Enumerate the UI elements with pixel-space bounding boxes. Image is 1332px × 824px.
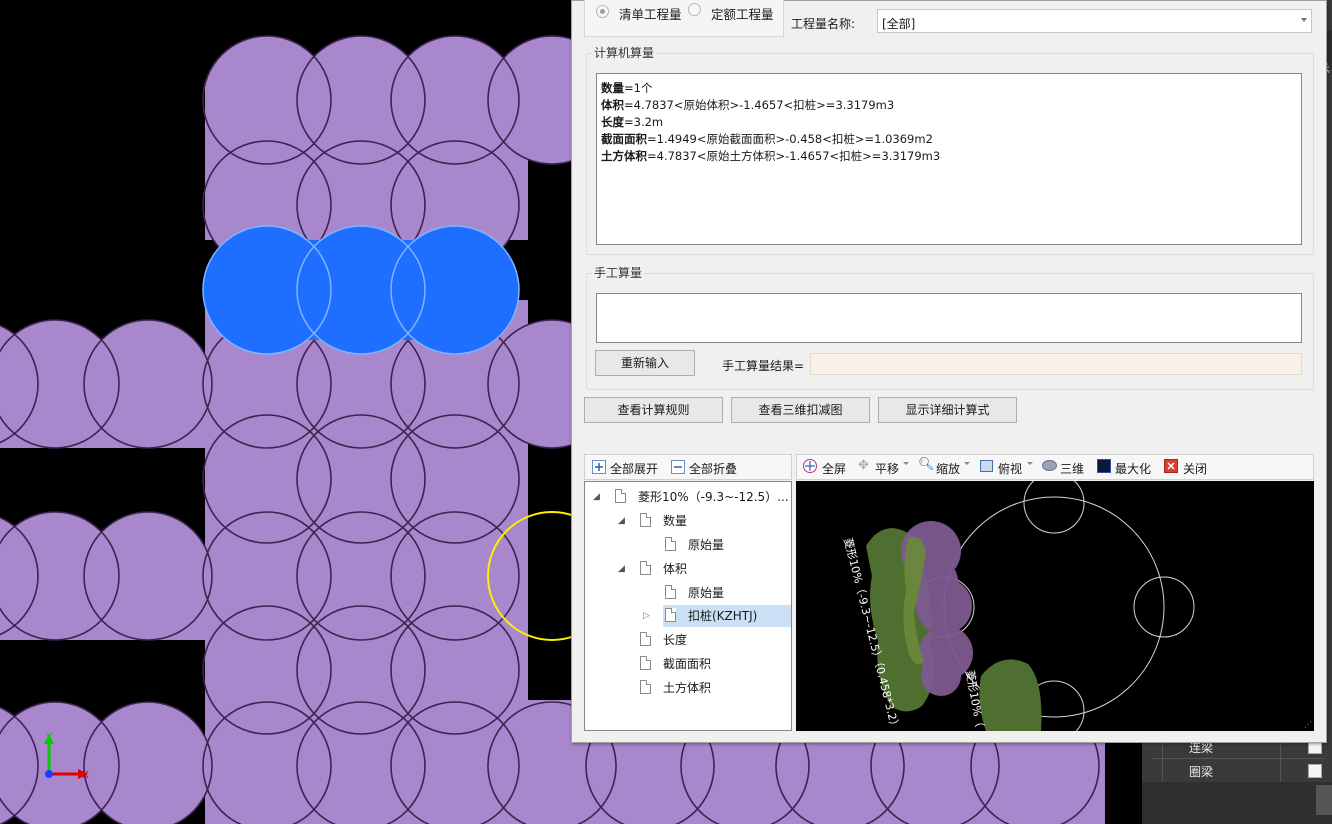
3d-view-icon[interactable] <box>1042 460 1057 471</box>
calc-line-length: 长度=3.2m <box>601 115 664 129</box>
topview-icon[interactable] <box>980 460 993 472</box>
reinput-button[interactable]: 重新输入 <box>595 350 695 376</box>
zoom-button[interactable]: 缩放 <box>936 460 960 477</box>
tree-node-label: 菱形10%（-9.3~-12.5）... <box>638 490 789 504</box>
chevron-down-icon[interactable] <box>903 462 909 465</box>
quantity-type-radio-group: 清单工程量 定额工程量 <box>584 0 784 37</box>
calc-line-section-area: 截面面积=1.4949<原始截面面积>-0.458<扣桩>=1.0369m2 <box>601 132 933 146</box>
empty-area <box>0 640 205 700</box>
computer-calc-title: 计算机算量 <box>592 44 657 61</box>
tree-root-node[interactable]: ◢ 菱形10%（-9.3~-12.5）... <box>585 486 791 508</box>
quantity-calc-dialog: 清单工程量 定额工程量 工程量名称: [全部] 计算机算量 数量=1个 体积=4… <box>571 0 1327 743</box>
tree-node-pile-deduction[interactable]: ▷ 扣桩(KZHTJ) <box>643 605 791 627</box>
chevron-down-icon <box>1301 18 1307 22</box>
quantity-name-value: [全部] <box>882 17 916 31</box>
property-checkbox[interactable] <box>1308 764 1322 778</box>
radio-bill-quantity-label[interactable]: 清单工程量 <box>619 4 682 23</box>
show-detail-formula-button[interactable]: 显示详细计算式 <box>878 397 1017 423</box>
tree-node-label: 原始量 <box>688 586 725 600</box>
collapse-all-icon[interactable] <box>671 460 685 474</box>
resize-grip-icon[interactable]: ⋰ <box>1304 721 1312 729</box>
deduction-3d-view[interactable]: 菱形10%（-9.3~-12.5）（0.458*3.2） 菱形10%（ ⋰ <box>796 481 1314 731</box>
calc-line-volume: 体积=4.7837<原始体积>-1.4657<扣桩>=3.3179m3 <box>601 98 895 112</box>
document-icon <box>640 513 651 527</box>
document-icon <box>665 537 676 551</box>
tree-node-label: 长度 <box>663 633 688 647</box>
close-button[interactable]: 关闭 <box>1183 460 1207 477</box>
expand-all-icon[interactable] <box>592 460 606 474</box>
axis-y-label: Y <box>45 732 53 743</box>
collapse-all-button[interactable]: 全部折叠 <box>689 460 737 477</box>
view-toolbar: 全屏 ✥ 平移 🔍︎ 缩放 俯视 三维 最大化 关闭 <box>796 454 1314 480</box>
manual-result-label: 手工算量结果= <box>722 359 805 373</box>
selected-pile-body[interactable] <box>267 240 455 340</box>
manual-calc-title: 手工算量 <box>592 264 645 281</box>
document-icon <box>615 489 626 503</box>
selected-pile-group[interactable] <box>202 225 520 355</box>
fullscreen-icon[interactable] <box>803 459 817 473</box>
axis-x-label: X <box>82 770 89 781</box>
document-icon <box>665 585 676 599</box>
pan-button[interactable]: 平移 <box>875 460 899 477</box>
property-row-label: 圈梁 <box>1189 765 1214 779</box>
empty-area <box>0 448 205 514</box>
tree-node-label: 体积 <box>663 562 688 576</box>
property-panel-footer <box>1142 782 1332 824</box>
scrollbar[interactable] <box>1316 785 1332 815</box>
manual-result-field[interactable] <box>810 353 1302 375</box>
topview-button[interactable]: 俯视 <box>998 460 1022 477</box>
tree-node-label: 数量 <box>663 514 688 528</box>
calc-line-count: 数量=1个 <box>601 81 653 95</box>
quantity-name-label: 工程量名称: <box>791 17 856 31</box>
view-calc-rules-button[interactable]: 查看计算规则 <box>584 397 723 423</box>
document-icon <box>640 680 651 694</box>
close-icon[interactable] <box>1164 459 1178 473</box>
3d-view-button[interactable]: 三维 <box>1060 460 1084 477</box>
quantity-tree[interactable]: ◢ 菱形10%（-9.3~-12.5）... ◢ 数量 原始量 ◢ 体积 原始量… <box>584 481 792 731</box>
manual-calc-input[interactable] <box>596 293 1302 343</box>
fullscreen-button[interactable]: 全屏 <box>822 460 846 477</box>
tree-node-section-area[interactable]: 截面面积 <box>585 653 791 675</box>
document-icon <box>640 656 651 670</box>
empty-area <box>0 0 205 320</box>
pile-body <box>205 100 528 240</box>
radio-quota-quantity-label[interactable]: 定额工程量 <box>711 4 774 23</box>
tree-toolbar: 全部展开 全部折叠 <box>584 454 792 480</box>
calc-line-earthwork-volume: 土方体积=4.7837<原始土方体积>-1.4657<扣桩>=3.3179m3 <box>601 149 941 163</box>
tree-collapse-icon[interactable]: ◢ <box>618 510 625 532</box>
view-3d-deduction-button[interactable]: 查看三维扣减图 <box>731 397 870 423</box>
chevron-down-icon[interactable] <box>1027 462 1033 465</box>
document-icon <box>665 608 676 622</box>
property-row[interactable]: 圈梁 <box>1152 759 1324 783</box>
tree-node-earthwork-volume[interactable]: 土方体积 <box>585 677 791 699</box>
tree-collapse-icon[interactable]: ◢ <box>593 486 600 508</box>
computer-calc-text[interactable]: 数量=1个 体积=4.7837<原始体积>-1.4657<扣桩>=3.3179m… <box>596 73 1302 245</box>
document-icon <box>640 632 651 646</box>
tree-node-original-count[interactable]: 原始量 <box>585 534 791 556</box>
tree-node-label: 土方体积 <box>663 681 712 695</box>
chevron-down-icon[interactable] <box>964 462 970 465</box>
zoom-icon[interactable]: 🔍︎ <box>918 457 935 472</box>
tree-node-count[interactable]: ◢ 数量 <box>585 510 791 532</box>
tree-node-length[interactable]: 长度 <box>585 629 791 651</box>
pan-icon[interactable]: ✥ <box>858 458 869 473</box>
document-icon <box>640 561 651 575</box>
quantity-name-select[interactable]: [全部] <box>877 9 1312 33</box>
tree-node-label: 扣桩(KZHTJ) <box>688 609 758 623</box>
tree-node-volume[interactable]: ◢ 体积 <box>585 558 791 580</box>
radio-quota-quantity[interactable] <box>688 3 701 16</box>
maximize-button[interactable]: 最大化 <box>1115 460 1151 477</box>
tree-node-label: 截面面积 <box>663 657 712 671</box>
radio-bill-quantity[interactable] <box>596 5 609 18</box>
expand-all-button[interactable]: 全部展开 <box>610 460 658 477</box>
maximize-icon[interactable] <box>1097 459 1111 473</box>
tree-collapse-icon[interactable]: ◢ <box>618 558 625 580</box>
tree-expand-icon[interactable]: ▷ <box>643 605 650 627</box>
tree-node-label: 原始量 <box>688 538 725 552</box>
tree-node-original-volume[interactable]: 原始量 <box>585 582 791 604</box>
